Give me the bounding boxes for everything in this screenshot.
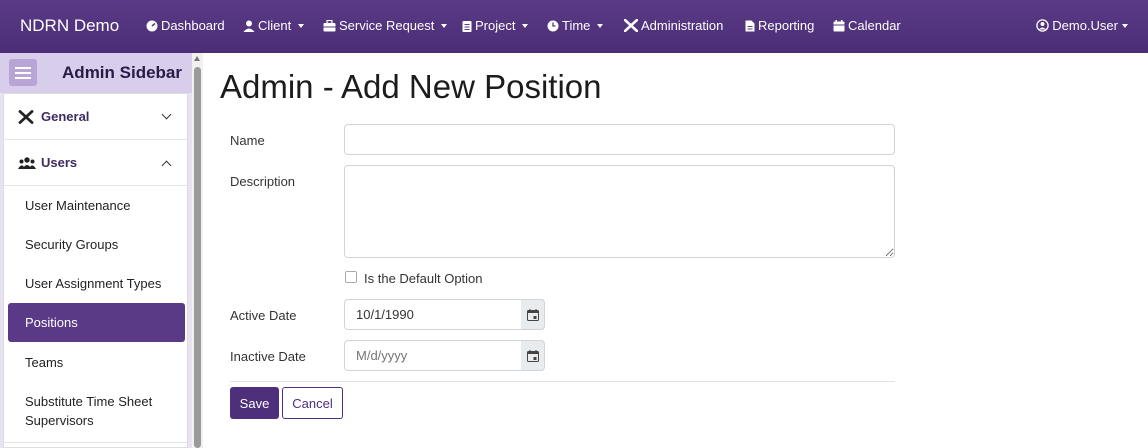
person-icon	[243, 20, 255, 32]
nav-reporting-label: Reporting	[758, 18, 815, 33]
nav-calendar-label: Calendar	[848, 18, 901, 33]
sidebar-menu: General Users User Maintenance Security …	[3, 93, 188, 448]
clipboard-icon	[462, 20, 472, 32]
active-date-picker-button[interactable]	[521, 299, 545, 330]
brand-link[interactable]: NDRN Demo	[20, 16, 119, 36]
inactive-date-picker-button[interactable]	[521, 340, 545, 371]
name-input[interactable]	[344, 124, 895, 155]
caret-down-icon	[298, 23, 305, 28]
name-label: Name	[230, 133, 265, 148]
sidebar-title: Admin Sidebar	[62, 63, 182, 82]
caret-down-icon	[1122, 23, 1128, 28]
sidebar-header: Admin Sidebar	[0, 53, 192, 93]
tools-icon	[624, 19, 638, 32]
inactive-date-input[interactable]	[344, 340, 522, 371]
sidebar-toggle-button[interactable]	[9, 59, 37, 86]
sidebar-item-label: User Assignment Types	[25, 276, 162, 291]
nav-service-request-label: Service Request	[339, 18, 435, 33]
nav-administration-label: Administration	[641, 18, 724, 33]
top-navbar: NDRN Demo Dashboard Client Service Reque…	[0, 0, 1148, 53]
calendar-icon	[526, 349, 539, 362]
sidebar-item-positions[interactable]: Positions	[8, 303, 185, 342]
caret-down-icon	[597, 23, 604, 28]
sidebar-item-label: Security Groups	[25, 237, 119, 252]
cancel-button[interactable]: Cancel	[282, 387, 343, 419]
user-name: Demo.User	[1052, 18, 1118, 33]
sidebar-item-label: Substitute Time Sheet Supervisors	[25, 394, 153, 428]
document-icon	[745, 20, 755, 31]
inactive-date-label: Inactive Date	[230, 349, 306, 364]
user-menu[interactable]: Demo.User	[1036, 18, 1128, 33]
save-button[interactable]: Save	[230, 387, 279, 419]
users-icon	[18, 157, 36, 169]
nav-time[interactable]: Time	[547, 18, 604, 33]
nav-calendar[interactable]: Calendar	[833, 18, 901, 33]
nav-client[interactable]: Client	[243, 18, 305, 33]
sidebar-item-user-assignment-types[interactable]: User Assignment Types	[8, 264, 185, 303]
nav-project-label: Project	[475, 18, 516, 33]
sidebar-item-substitute-time-sheet-supervisors[interactable]: Substitute Time Sheet Supervisors	[8, 382, 185, 440]
nav-time-label: Time	[562, 18, 591, 33]
scrollbar-thumb[interactable]	[194, 67, 201, 448]
caret-down-icon	[441, 23, 448, 28]
dashboard-icon	[146, 20, 158, 31]
nav-client-label: Client	[258, 18, 292, 33]
tools-icon	[18, 110, 34, 124]
description-label: Description	[230, 174, 296, 189]
default-option-checkbox[interactable]	[345, 271, 357, 283]
sidebar-item-security-groups[interactable]: Security Groups	[8, 225, 185, 264]
chevron-down-icon	[161, 109, 172, 120]
clock-icon	[547, 20, 559, 31]
nav-dashboard-label: Dashboard	[161, 18, 225, 33]
default-option-label: Is the Default Option	[364, 271, 483, 286]
description-textarea[interactable]	[344, 165, 895, 258]
admin-sidebar: Admin Sidebar General Users User Mainten…	[0, 53, 192, 448]
sidebar-divider	[4, 442, 187, 443]
calendar-icon	[833, 19, 845, 31]
nav-dashboard[interactable]: Dashboard	[146, 18, 225, 33]
sidebar-item-label: Teams	[25, 355, 64, 370]
active-date-label: Active Date	[230, 308, 297, 323]
calendar-icon	[526, 308, 539, 321]
caret-down-icon	[522, 23, 529, 28]
sidebar-group-label: General	[41, 109, 90, 124]
chevron-up-icon	[161, 160, 172, 171]
active-date-input[interactable]	[344, 299, 522, 330]
sidebar-group-label: Users	[41, 155, 78, 170]
scroll-up-arrow-icon[interactable]	[194, 56, 200, 61]
sidebar-item-label: Positions	[25, 315, 78, 330]
nav-project[interactable]: Project	[462, 18, 529, 33]
sidebar-group-general[interactable]: General	[4, 94, 187, 140]
sidebar-item-user-maintenance[interactable]: User Maintenance	[8, 186, 185, 225]
page-scrollbar[interactable]	[192, 53, 203, 448]
page-title: Admin - Add New Position	[220, 68, 602, 105]
nav-administration[interactable]: Administration	[624, 18, 723, 33]
user-circle-icon	[1036, 19, 1049, 32]
nav-service-request[interactable]: Service Request	[323, 18, 448, 33]
nav-reporting[interactable]: Reporting	[745, 18, 814, 33]
briefcase-icon	[323, 19, 336, 31]
form-divider	[230, 381, 895, 382]
sidebar-item-label: User Maintenance	[25, 198, 131, 213]
sidebar-item-teams[interactable]: Teams	[8, 343, 185, 382]
sidebar-group-users[interactable]: Users	[4, 140, 187, 186]
